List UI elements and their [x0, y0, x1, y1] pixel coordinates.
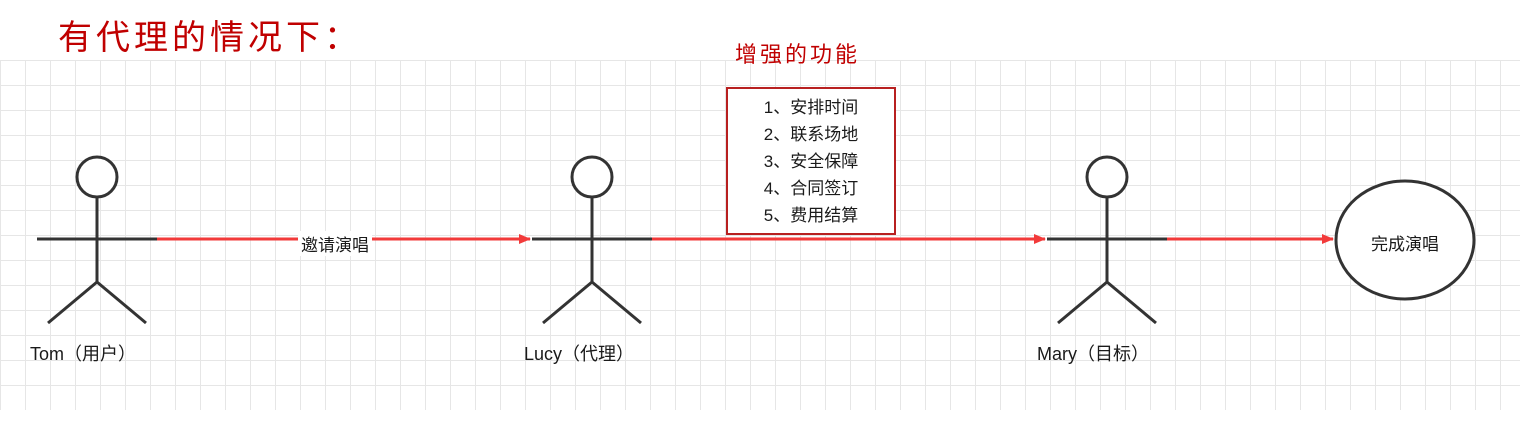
enhancement-item: 4、合同签订: [763, 179, 859, 198]
actor-mary-figure: [1047, 155, 1167, 325]
enhancement-item: 5、费用结算: [763, 206, 859, 225]
enhancement-item: 3、安全保障: [763, 152, 859, 171]
actor-mary-right-leg: [1106, 280, 1157, 325]
enhancement-title: 增强的功能: [735, 43, 861, 68]
edge-label-invite: 邀请演唱: [298, 231, 372, 256]
actor-lucy-head: [570, 155, 614, 199]
actor-mary-label: Mary（目标）: [1037, 344, 1149, 364]
actor-lucy-figure: [532, 155, 652, 325]
actor-lucy-label: Lucy（代理）: [524, 344, 635, 364]
enhancement-item: 1、安排时间: [763, 98, 859, 117]
page-heading: 有代理的情况下：: [58, 18, 362, 58]
actor-lucy-left-leg: [542, 280, 593, 325]
actor-tom-right-leg: [96, 280, 147, 325]
end-node-label: 完成演唱: [1371, 235, 1439, 254]
enhancement-box: 1、安排时间 2、联系场地 3、安全保障 4、合同签订 5、费用结算: [726, 87, 896, 235]
actor-tom-head: [75, 155, 119, 199]
actor-tom-left-leg: [47, 280, 98, 325]
actor-mary-head: [1085, 155, 1129, 199]
diagram-canvas: 有代理的情况下： 增强的功能 1、安排时间 2、联系场地 3、安全保障 4、合同…: [0, 0, 1520, 434]
actor-tom-label: Tom（用户）: [30, 344, 137, 364]
actor-lucy-right-leg: [591, 280, 642, 325]
actor-tom-figure: [37, 155, 157, 325]
actor-mary-left-leg: [1057, 280, 1108, 325]
enhancement-item: 2、联系场地: [763, 125, 859, 144]
